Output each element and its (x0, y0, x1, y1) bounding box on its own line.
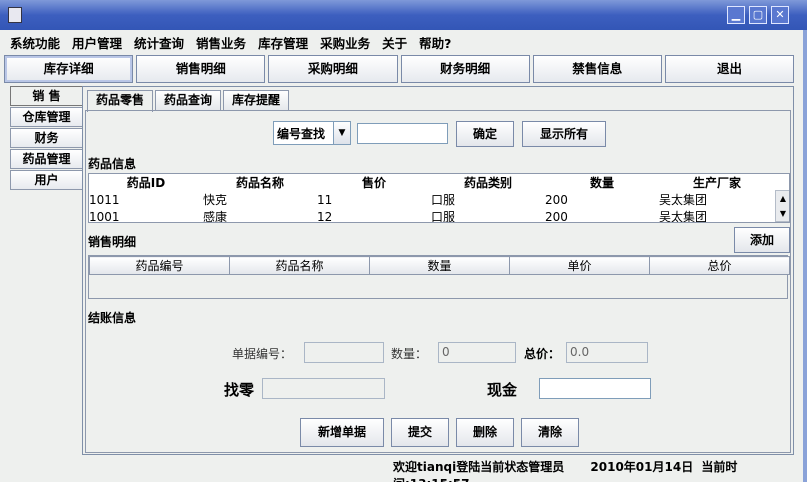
menu-sales[interactable]: 销售业务 (190, 30, 252, 52)
drug-info-table: 药品ID 药品名称 售价 药品类别 数量 生产厂家 1011 快克 11 口服 … (89, 174, 775, 223)
cell-drug-name: 感康 (203, 210, 228, 223)
cell-price: 11 (317, 192, 333, 207)
quantity-label: 数量： (391, 347, 428, 361)
cash-input[interactable] (539, 378, 651, 399)
col-sale-total[interactable]: 总价 (649, 256, 790, 275)
cell-drug-id: 1001 (89, 209, 120, 223)
add-button[interactable]: 添加 (734, 227, 790, 253)
quantity-field[interactable]: 0 (438, 342, 516, 363)
cell-manufacturer: 吴太集团 (659, 193, 708, 207)
col-price[interactable]: 售价 (317, 174, 431, 191)
top-toolbar: 库存详细 销售明细 采购明细 财务明细 禁售信息 退出 (4, 55, 795, 83)
col-drug-name[interactable]: 药品名称 (203, 174, 317, 191)
col-sale-drug-name[interactable]: 药品名称 (229, 256, 370, 275)
drug-info-title: 药品信息 (88, 157, 137, 171)
status-bar: 欢迎tianqi登陆当前状态管理员 2010年01月14日 当前时间:13:15… (393, 458, 803, 482)
cell-price: 12 (317, 209, 333, 223)
status-date: 2010年01月14日 (590, 460, 694, 474)
cell-category: 口服 (431, 210, 456, 223)
chevron-down-icon[interactable]: ▼ (333, 122, 350, 144)
purchase-detail-button[interactable]: 采购明细 (268, 55, 398, 83)
col-sale-quantity[interactable]: 数量 (369, 256, 510, 275)
minimize-button[interactable]: ▁ (727, 6, 745, 24)
scroll-down-icon[interactable]: ▼ (776, 206, 789, 221)
tab-stock-alert[interactable]: 库存提醒 (223, 90, 290, 110)
title-bar: ▁ ▢ ✕ (0, 0, 807, 30)
cell-quantity: 200 (545, 209, 568, 223)
cell-drug-name: 快克 (203, 193, 228, 207)
menu-inventory[interactable]: 库存管理 (252, 30, 314, 52)
confirm-button[interactable]: 确定 (456, 121, 514, 147)
menu-help[interactable]: 帮助? (413, 30, 457, 52)
col-drug-id[interactable]: 药品ID (89, 174, 203, 191)
scroll-up-icon[interactable]: ▲ (776, 191, 789, 206)
side-tab-finance[interactable]: 财务 (10, 128, 82, 148)
side-tab-drugs[interactable]: 药品管理 (10, 149, 82, 169)
menu-purchase[interactable]: 采购业务 (314, 30, 376, 52)
col-sale-drug-code[interactable]: 药品编号 (89, 256, 230, 275)
maximize-button[interactable]: ▢ (749, 6, 767, 24)
sales-panel: 药品零售 药品查询 库存提醒 编号查找 ▼ 确定 显示所有 药品信息 药品ID (82, 86, 794, 455)
clear-button[interactable]: 清除 (521, 418, 579, 447)
col-sale-unit-price[interactable]: 单价 (509, 256, 650, 275)
menu-users[interactable]: 用户管理 (66, 30, 128, 52)
col-quantity[interactable]: 数量 (545, 174, 659, 191)
drug-info-table-area: 药品ID 药品名称 售价 药品类别 数量 生产厂家 1011 快克 11 口服 … (88, 173, 790, 223)
drug-table-scrollbar[interactable]: ▲ ▼ (775, 190, 789, 222)
new-bill-button[interactable]: 新增单据 (300, 418, 384, 447)
drug-info-header: 药品ID 药品名称 售价 药品类别 数量 生产厂家 (89, 174, 775, 191)
exit-button[interactable]: 退出 (664, 55, 795, 83)
sale-detail-title: 销售明细 (88, 235, 137, 249)
change-label: 找零 (224, 381, 255, 399)
show-all-button[interactable]: 显示所有 (522, 121, 606, 147)
maximize-icon: ▢ (752, 8, 764, 21)
close-button[interactable]: ✕ (771, 6, 789, 24)
side-tab-users[interactable]: 用户 (10, 170, 82, 190)
search-mode-select[interactable]: 编号查找 ▼ (273, 121, 351, 145)
delete-button[interactable]: 删除 (456, 418, 514, 447)
cell-category: 口服 (431, 193, 456, 207)
bill-number-field[interactable] (304, 342, 384, 363)
total-label: 总价： (524, 347, 561, 361)
table-row[interactable]: 1011 快克 11 口服 200 吴太集团 (89, 191, 775, 208)
close-icon: ✕ (775, 8, 785, 21)
side-tab-warehouse[interactable]: 仓库管理 (10, 107, 82, 127)
side-tabs: 销 售 仓库管理 财务 药品管理 用户 (10, 86, 82, 191)
tab-drug-query[interactable]: 药品查询 (155, 90, 222, 110)
sale-detail-table-area: 药品编号 药品名称 数量 单价 总价 (88, 255, 790, 299)
menu-system[interactable]: 系统功能 (4, 30, 66, 52)
side-tab-sales[interactable]: 销 售 (10, 86, 82, 106)
checkout-title: 结账信息 (88, 311, 137, 325)
minimize-icon: ▁ (731, 8, 741, 21)
menu-stats[interactable]: 统计查询 (128, 30, 190, 52)
change-field[interactable] (262, 378, 385, 399)
cell-quantity: 200 (545, 192, 568, 207)
sale-detail-header: 药品编号 药品名称 数量 单价 总价 (89, 256, 790, 275)
search-input[interactable] (357, 123, 448, 144)
cell-drug-id: 1011 (89, 192, 120, 207)
search-mode-value: 编号查找 (277, 127, 326, 141)
col-category[interactable]: 药品类别 (431, 174, 545, 191)
banned-info-button[interactable]: 禁售信息 (532, 55, 662, 83)
cell-manufacturer: 吴太集团 (659, 210, 708, 223)
sales-detail-button[interactable]: 销售明细 (136, 55, 266, 83)
menu-bar: 系统功能 用户管理 统计查询 销售业务 库存管理 采购业务 关于 帮助? (4, 30, 801, 52)
col-manufacturer[interactable]: 生产厂家 (659, 174, 775, 191)
app-window: ▁ ▢ ✕ 系统功能 用户管理 统计查询 销售业务 库存管理 采购业务 关于 帮助? 库存详细… (0, 0, 807, 482)
table-row[interactable]: 1001 感康 12 口服 200 吴太集团 (89, 208, 775, 223)
tab-drug-retail[interactable]: 药品零售 (87, 90, 154, 112)
welcome-text: 欢迎tianqi登陆当前状态管理员 (393, 460, 565, 474)
sale-detail-table: 药品编号 药品名称 数量 单价 总价 (89, 256, 790, 275)
sub-tabs: 药品零售 药品查询 库存提醒 (87, 90, 291, 112)
cash-label: 现金 (487, 381, 518, 399)
java-app-icon (8, 7, 22, 23)
inventory-detail-button[interactable]: 库存详细 (4, 55, 134, 83)
finance-detail-button[interactable]: 财务明细 (400, 55, 530, 83)
bill-number-label: 单据编号： (232, 347, 293, 361)
submit-button[interactable]: 提交 (391, 418, 449, 447)
total-field[interactable]: 0.0 (566, 342, 648, 363)
menu-about[interactable]: 关于 (376, 30, 413, 52)
retail-content: 编号查找 ▼ 确定 显示所有 药品信息 药品ID 药品名称 售价 药品类别 数量… (85, 110, 791, 453)
